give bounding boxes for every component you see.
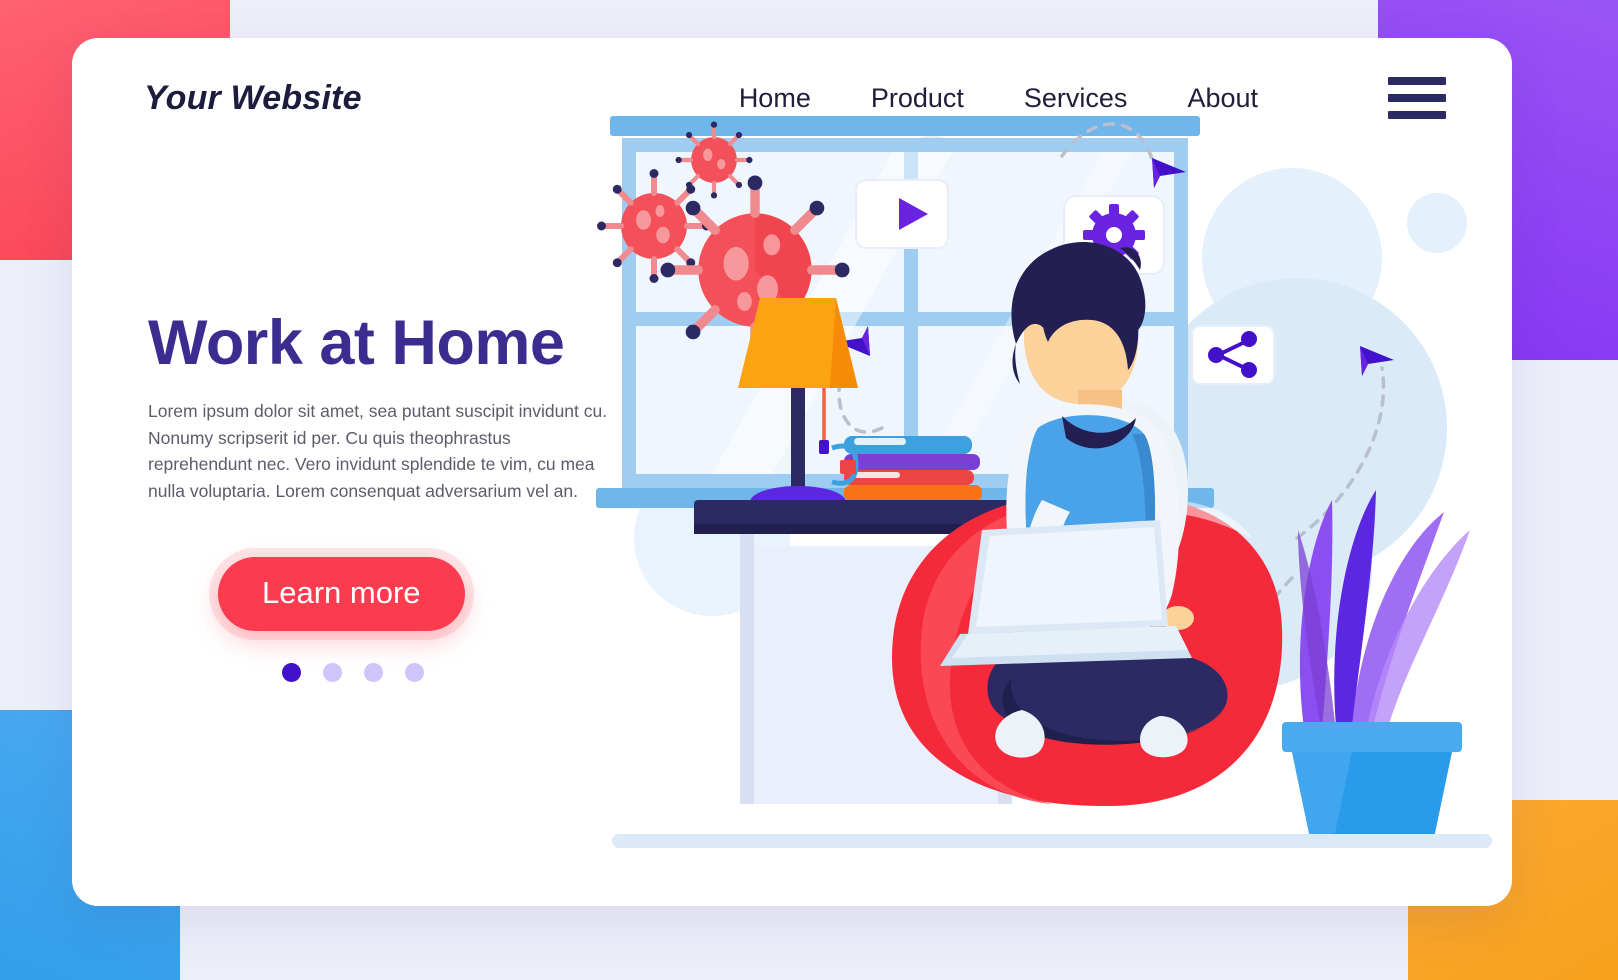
hamburger-icon[interactable] bbox=[1388, 77, 1446, 119]
floor-line bbox=[612, 834, 1492, 848]
hero-illustration bbox=[592, 98, 1512, 858]
landing-page-card: Your Website Home Product Services About bbox=[72, 38, 1512, 906]
hamburger-bar bbox=[1388, 94, 1446, 102]
learn-more-button[interactable]: Learn more bbox=[218, 556, 465, 631]
nav-item-services[interactable]: Services bbox=[1024, 83, 1128, 114]
hero-description: Lorem ipsum dolor sit amet, sea putant s… bbox=[148, 401, 608, 501]
hero-text-block: Work at Home Lorem ipsum dolor sit amet,… bbox=[148, 310, 668, 682]
hamburger-bar bbox=[1388, 77, 1446, 85]
play-card bbox=[855, 179, 949, 249]
carousel-dot-2[interactable] bbox=[323, 662, 342, 682]
hamburger-bar bbox=[1388, 111, 1446, 119]
main-navigation: Home Product Services About bbox=[739, 77, 1446, 119]
carousel-dot-1[interactable] bbox=[282, 662, 301, 682]
book-stack bbox=[844, 436, 982, 501]
share-card bbox=[1191, 325, 1275, 385]
nav-item-product[interactable]: Product bbox=[871, 83, 964, 114]
site-logo[interactable]: Your Website bbox=[144, 79, 362, 118]
nav-item-about[interactable]: About bbox=[1187, 83, 1258, 114]
page-title: Work at Home bbox=[148, 308, 565, 378]
carousel-dot-4[interactable] bbox=[405, 662, 424, 682]
carousel-dot-3[interactable] bbox=[364, 662, 383, 682]
site-header: Your Website Home Product Services About bbox=[72, 38, 1512, 158]
nav-item-home[interactable]: Home bbox=[739, 83, 811, 114]
carousel-dots bbox=[282, 662, 668, 682]
